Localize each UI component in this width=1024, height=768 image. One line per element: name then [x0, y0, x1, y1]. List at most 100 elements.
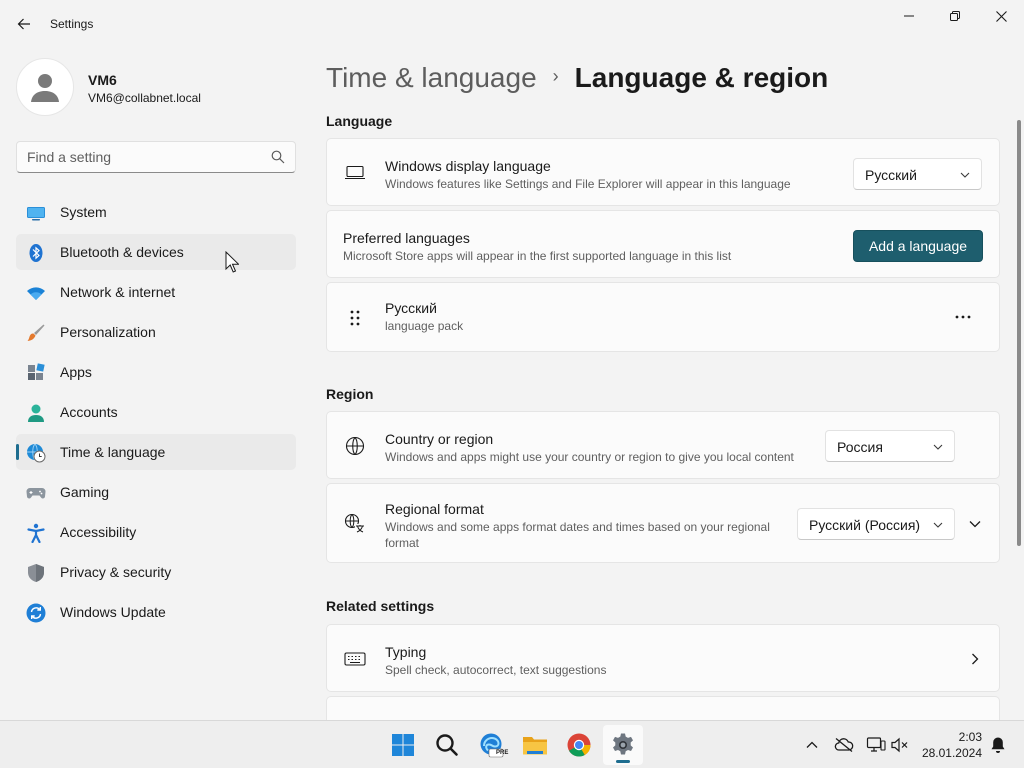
add-language-button[interactable]: Add a language — [853, 230, 983, 262]
sidebar-item-system[interactable]: System — [16, 194, 296, 230]
sidebar-item-label: Network & internet — [60, 284, 176, 300]
breadcrumb-parent[interactable]: Time & language — [326, 62, 537, 94]
taskbar-search-button[interactable] — [427, 725, 467, 765]
sidebar-item-bluetooth-devices[interactable]: Bluetooth & devices — [16, 234, 296, 270]
chevron-down-icon — [969, 521, 981, 528]
country-region-subtitle: Windows and apps might use your country … — [385, 450, 794, 464]
regional-format-subtitle: Windows and some apps format dates and t… — [385, 520, 770, 550]
mouse-cursor-icon — [225, 251, 239, 273]
typing-card[interactable]: Typing Spell check, autocorrect, text su… — [326, 624, 1000, 692]
back-arrow-icon — [17, 18, 30, 30]
search-box[interactable] — [16, 141, 296, 173]
breadcrumb-separator: › — [552, 65, 559, 86]
show-hidden-icons-button[interactable] — [800, 733, 824, 757]
clock-date: 28.01.2024 — [921, 746, 982, 760]
title-bar: Settings — [0, 0, 1024, 48]
sidebar-item-network-internet[interactable]: Network & internet — [16, 274, 296, 310]
chevron-right-icon — [972, 653, 979, 665]
country-region-title: Country or region — [385, 431, 494, 447]
volume-tray-button[interactable] — [888, 733, 912, 757]
regional-format-dropdown[interactable]: Русский (Россия) — [797, 508, 955, 540]
taskbar-settings-button[interactable] — [603, 725, 643, 765]
apps-icon — [26, 363, 46, 383]
shield-icon — [26, 563, 46, 583]
sidebar-item-label: Apps — [60, 364, 92, 380]
accessibility-icon — [26, 523, 46, 543]
chevron-up-icon — [806, 741, 818, 748]
taskbar-explorer-button[interactable] — [515, 725, 555, 765]
chevron-down-icon — [933, 444, 943, 450]
language-item-card: Русский language pack — [326, 282, 1000, 352]
language-more-options-button[interactable] — [947, 301, 979, 333]
sidebar-item-label: Accounts — [60, 404, 118, 420]
search-icon — [436, 734, 458, 756]
display-language-card: Windows display language Windows feature… — [326, 138, 1000, 206]
taskbar-clock[interactable]: 2:03 28.01.2024 — [918, 729, 982, 761]
sidebar-item-label: Gaming — [60, 484, 110, 500]
close-button[interactable] — [978, 4, 1024, 28]
notifications-button[interactable] — [986, 733, 1010, 757]
sidebar-item-label: Time & language — [60, 444, 166, 460]
start-button[interactable] — [383, 725, 423, 765]
brush-icon — [26, 323, 46, 343]
profile-name: VM6 — [88, 72, 117, 88]
laptop-icon — [343, 161, 367, 185]
restore-icon — [950, 11, 960, 21]
sidebar-nav: System Bluetooth & devices Network & int… — [16, 194, 296, 634]
back-button[interactable] — [12, 12, 36, 36]
country-region-dropdown[interactable]: Россия — [825, 430, 955, 462]
onedrive-tray-button[interactable] — [832, 733, 856, 757]
folder-icon — [523, 737, 547, 755]
display-language-dropdown[interactable]: Русский — [853, 158, 982, 190]
section-title-related: Related settings — [326, 598, 435, 614]
network-tray-button[interactable] — [864, 733, 888, 757]
sidebar-item-accounts[interactable]: Accounts — [16, 394, 296, 430]
profile-email: VM6@collabnet.local — [88, 91, 201, 105]
preferred-languages-card: Preferred languages Microsoft Store apps… — [326, 210, 1000, 278]
maximize-button[interactable] — [932, 4, 978, 28]
sidebar-item-apps[interactable]: Apps — [16, 354, 296, 390]
sidebar-item-windows-update[interactable]: Windows Update — [16, 594, 296, 630]
sidebar-item-label: Personalization — [60, 324, 156, 340]
preferred-languages-title: Preferred languages — [343, 230, 470, 246]
sidebar-item-accessibility[interactable]: Accessibility — [16, 514, 296, 550]
search-icon — [271, 150, 285, 164]
sidebar-item-gaming[interactable]: Gaming — [16, 474, 296, 510]
scrollbar-thumb[interactable] — [1017, 120, 1021, 546]
language-item-subtitle: language pack — [385, 319, 464, 333]
chevron-down-icon — [960, 172, 970, 178]
more-options-icon — [955, 315, 971, 319]
taskbar-edge-button[interactable]: PRE — [471, 725, 511, 765]
section-title-language: Language — [326, 113, 393, 129]
sidebar-item-privacy-security[interactable]: Privacy & security — [16, 554, 296, 590]
display-language-subtitle: Windows features like Settings and File … — [385, 177, 791, 191]
regional-format-expand-button[interactable] — [963, 512, 987, 536]
regional-format-card[interactable]: Regional format Windows and some apps fo… — [326, 483, 1000, 563]
typing-title: Typing — [385, 644, 427, 660]
breadcrumb: Time & language › Language & region — [326, 58, 828, 98]
app-title: Settings — [50, 17, 94, 31]
edge-badge: PRE — [496, 750, 509, 756]
chevron-down-icon — [933, 522, 943, 528]
gear-icon — [613, 733, 633, 755]
sidebar-item-time-language[interactable]: Time & language — [16, 434, 296, 470]
sidebar-item-personalization[interactable]: Personalization — [16, 314, 296, 350]
user-profile[interactable]: VM6 VM6@collabnet.local — [16, 58, 296, 118]
drag-handle-icon[interactable] — [343, 306, 367, 330]
bluetooth-icon — [26, 243, 46, 263]
minimize-button[interactable] — [886, 4, 932, 28]
wifi-icon — [26, 283, 46, 303]
globe-icon — [343, 434, 367, 458]
taskbar-chrome-button[interactable] — [559, 725, 599, 765]
time-language-icon — [26, 443, 46, 463]
windows-logo-icon — [392, 734, 414, 756]
regional-format-icon — [343, 512, 367, 536]
taskbar: PRE 2:03 28.01.2024 — [0, 720, 1024, 768]
typing-open-button[interactable] — [963, 647, 987, 671]
avatar — [16, 58, 74, 116]
language-item-title: Русский — [385, 300, 437, 316]
bell-icon — [991, 737, 1005, 753]
display-language-value: Русский — [865, 167, 917, 183]
search-input[interactable] — [27, 142, 267, 172]
regional-format-value: Русский (Россия) — [809, 517, 921, 533]
